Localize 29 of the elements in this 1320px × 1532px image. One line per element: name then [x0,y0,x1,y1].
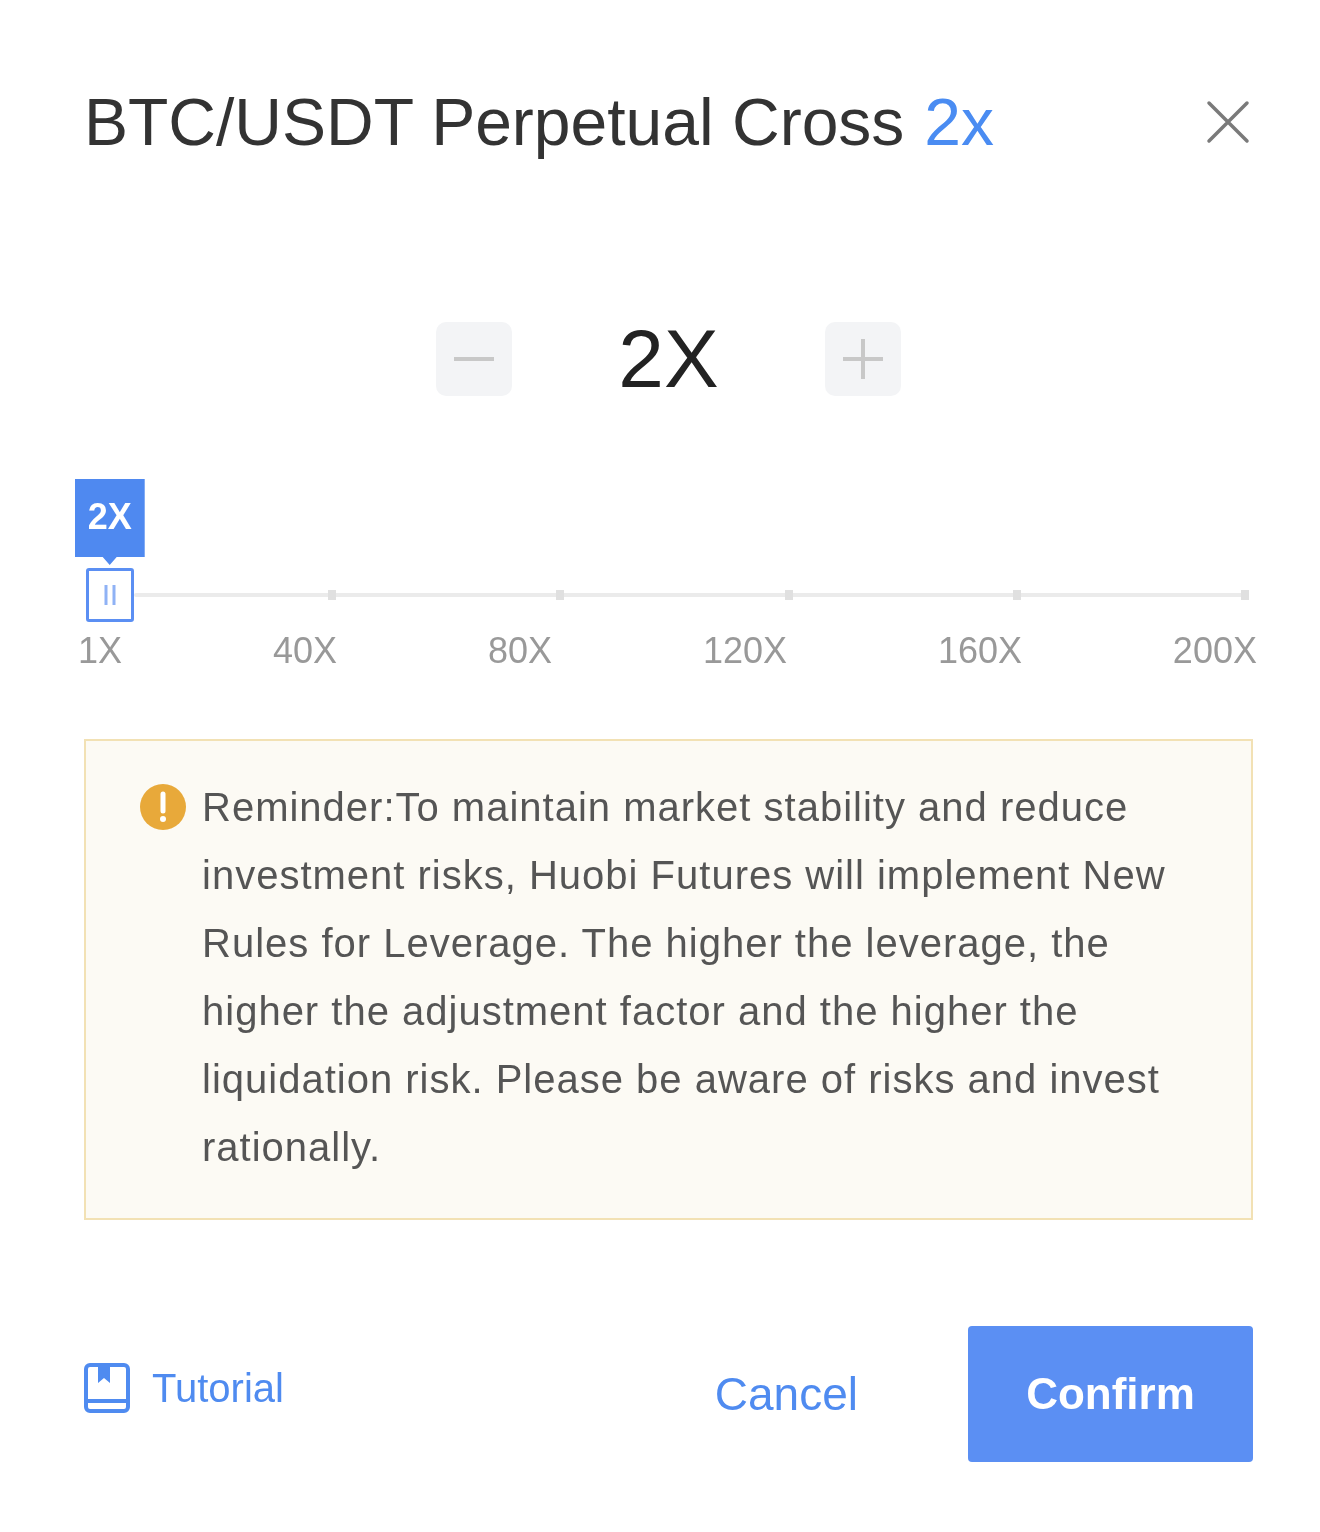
scale-label: 80X [487,629,552,673]
leverage-value: 2x [924,84,995,160]
slider-tick [556,590,565,600]
increase-button[interactable] [824,322,901,396]
warning-icon [140,784,186,830]
minus-icon [454,357,495,361]
scale-label: 120X [702,629,787,673]
dialog-title: BTC/USDT Perpetual Cross [84,84,905,160]
scale-label: 160X [937,629,1022,673]
plus-icon [842,339,883,379]
slider-tick [328,590,337,600]
reminder-text: Reminder:To maintain market stability and reduce investment risks, Huobi Futures will implement New Rules for Leverage. The higher the leverage, the higher the adjustment factor and the higher the liquidation risk. Please be aware of risks and invest rationally. [202,784,1167,1171]
slider-handle[interactable] [85,568,134,622]
book-icon [84,1363,130,1413]
grip-icon [103,585,116,605]
leverage-display: 2X [618,314,719,404]
cancel-button[interactable]: Cancel [714,1367,858,1421]
scale-label: 200X [1172,629,1257,673]
decrease-button[interactable] [436,322,513,396]
scale-label: 40X [272,629,337,673]
value-tooltip: 2X [74,479,145,565]
slider-tick [784,590,793,600]
close-button[interactable] [1205,99,1251,145]
slider-tick [1012,590,1021,600]
scale-label: 1X [78,629,123,673]
close-icon [1206,100,1250,144]
slider-tick [1241,590,1249,600]
tutorial-link[interactable]: Tutorial [84,1363,284,1413]
confirm-button[interactable]: Confirm [968,1326,1253,1462]
